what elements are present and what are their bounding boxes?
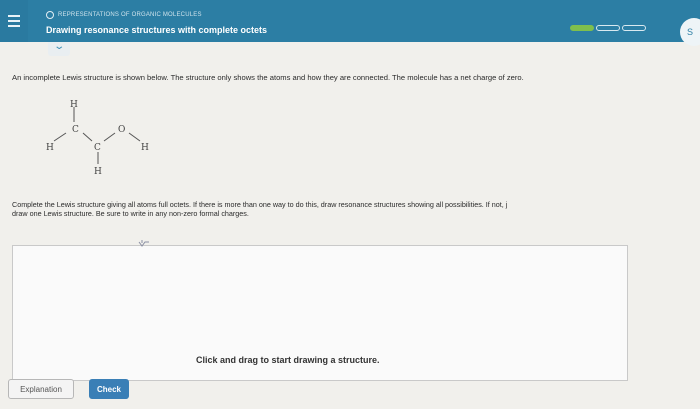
- instructions-line: Complete the Lewis structure giving all …: [12, 200, 508, 209]
- progress-bar: [570, 24, 646, 33]
- breadcrumb: REPRESENTATIONS OF ORGANIC MOLECULES: [46, 11, 202, 19]
- structure-tool-icon[interactable]: [138, 239, 150, 249]
- atom-c: C: [72, 125, 79, 135]
- user-avatar[interactable]: S: [680, 18, 700, 46]
- progress-segment: [622, 25, 646, 31]
- bond: [82, 132, 93, 142]
- progress-segment: [570, 25, 594, 31]
- atom-h: H: [94, 167, 102, 177]
- progress-segment: [596, 25, 620, 31]
- atom-c: C: [94, 143, 101, 153]
- explanation-button[interactable]: Explanation: [8, 379, 74, 399]
- instructions: Complete the Lewis structure giving all …: [12, 200, 700, 218]
- instructions-line: draw one Lewis structure. Be sure to wri…: [12, 209, 249, 218]
- bond: [103, 132, 116, 142]
- atom-h: H: [46, 143, 54, 153]
- chevron-down-icon: ⌄: [53, 41, 65, 52]
- check-button[interactable]: Check: [89, 379, 129, 399]
- bond: [128, 132, 141, 142]
- canvas-hint: Click and drag to start drawing a struct…: [196, 355, 380, 365]
- collapse-toggle[interactable]: ⌄: [48, 42, 70, 56]
- page-title: Drawing resonance structures with comple…: [46, 25, 268, 35]
- lewis-structure: H C O H C H H: [46, 100, 149, 177]
- circle-icon: [46, 11, 54, 19]
- atom-o: O: [118, 125, 125, 135]
- breadcrumb-text: REPRESENTATIONS OF ORGANIC MOLECULES: [58, 12, 202, 18]
- header-bar: REPRESENTATIONS OF ORGANIC MOLECULES Dra…: [0, 0, 700, 46]
- bond: [53, 132, 67, 142]
- atom-h: H: [70, 100, 78, 110]
- menu-icon[interactable]: [0, 0, 28, 42]
- atom-h: H: [141, 143, 149, 153]
- question-prompt: An incomplete Lewis structure is shown b…: [12, 73, 524, 82]
